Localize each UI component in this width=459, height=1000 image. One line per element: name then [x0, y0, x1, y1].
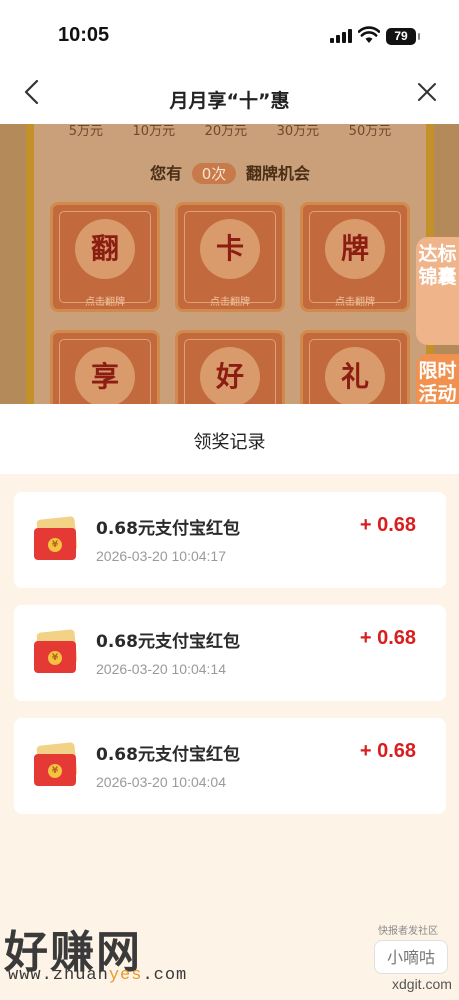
- watermark-url-part: www.zhuan: [8, 966, 109, 985]
- tips-side-tab[interactable]: 达标锦囊: [416, 237, 459, 345]
- battery-icon: 79: [386, 28, 420, 45]
- status-time: 10:05: [58, 24, 110, 46]
- reward-name: 0.68元支付宝红包: [96, 745, 240, 765]
- reward-time: 2026-03-20 10:04:14: [96, 661, 226, 677]
- card-char: 礼: [325, 347, 385, 404]
- watermark-url-part: .com: [142, 966, 188, 985]
- chance-prefix: 您有: [150, 164, 183, 183]
- chance-count-badge: 0次: [191, 163, 237, 184]
- reward-record-item: ¥ 0.68元支付宝红包 2026-03-20 10:04:17 + 0.68: [14, 492, 446, 588]
- card-tip: 点击翻牌: [85, 297, 125, 308]
- flip-chance-text: 您有 0次 翻牌机会: [34, 160, 426, 184]
- red-envelope-icon: ¥: [32, 742, 80, 790]
- nav-bar: 月月享“十”惠: [0, 72, 459, 124]
- watermark-url-part: yes: [108, 966, 143, 985]
- amount-tier: 50万元: [348, 124, 392, 139]
- card-tip: 点击翻牌: [210, 297, 250, 308]
- watermark-url: www.zhuanyes.com: [8, 966, 187, 985]
- amount-tier: 20万元: [204, 124, 248, 139]
- reward-amount: + 0.68: [359, 740, 416, 762]
- card-char: 卡: [200, 219, 260, 279]
- reward-record-header: 领奖记录: [0, 404, 459, 474]
- amount-tier-row: 5万元 10万元 20万元 30万元 50万元: [34, 124, 426, 139]
- reward-time: 2026-03-20 10:04:17: [96, 548, 226, 564]
- card-char: 牌: [325, 219, 385, 279]
- red-envelope-icon: ¥: [32, 629, 80, 677]
- amount-tier: 30万元: [276, 124, 320, 139]
- flip-card[interactable]: 享: [50, 330, 160, 404]
- reward-name: 0.68元支付宝红包: [96, 632, 240, 652]
- flip-card-game-area: 5万元 10万元 20万元 30万元 50万元 您有 0次 翻牌机会 翻 点击翻…: [0, 124, 459, 404]
- card-char: 好: [200, 347, 260, 404]
- game-board: 5万元 10万元 20万元 30万元 50万元 您有 0次 翻牌机会 翻 点击翻…: [26, 124, 434, 404]
- red-envelope-icon: ¥: [32, 516, 80, 564]
- reward-record-title: 领奖记录: [193, 432, 266, 453]
- close-button[interactable]: [409, 72, 445, 112]
- card-tip: 点击翻牌: [335, 297, 375, 308]
- watermark-label: 快报者发社区: [378, 926, 438, 937]
- reward-record-item: ¥ 0.68元支付宝红包 2026-03-20 10:04:14 + 0.68: [14, 605, 446, 701]
- reward-record-item: ¥ 0.68元支付宝红包 2026-03-20 10:04:04 + 0.68: [14, 718, 446, 814]
- watermark-site: xdgit.com: [392, 976, 452, 992]
- watermark-badge: 小嘀咕: [374, 940, 448, 974]
- signal-icon: [330, 29, 352, 43]
- reward-time: 2026-03-20 10:04:04: [96, 774, 226, 790]
- flip-card[interactable]: 翻 点击翻牌: [50, 202, 160, 312]
- chance-suffix: 翻牌机会: [245, 164, 310, 183]
- card-char: 享: [75, 347, 135, 404]
- amount-tier: 5万元: [68, 124, 104, 139]
- card-char: 翻: [75, 219, 135, 279]
- flip-card[interactable]: 牌 点击翻牌: [300, 202, 410, 312]
- amount-tier: 10万元: [132, 124, 176, 139]
- reward-amount: + 0.68: [359, 514, 416, 536]
- flip-card[interactable]: 礼: [300, 330, 410, 404]
- flip-card[interactable]: 卡 点击翻牌: [175, 202, 285, 312]
- status-bar: 10:05 79: [0, 0, 459, 72]
- wifi-icon: [358, 26, 380, 43]
- close-icon: [418, 83, 436, 101]
- reward-name: 0.68元支付宝红包: [96, 519, 240, 539]
- reward-amount: + 0.68: [359, 627, 416, 649]
- page-title: 月月享“十”惠: [169, 90, 290, 112]
- flip-card[interactable]: 好: [175, 330, 285, 404]
